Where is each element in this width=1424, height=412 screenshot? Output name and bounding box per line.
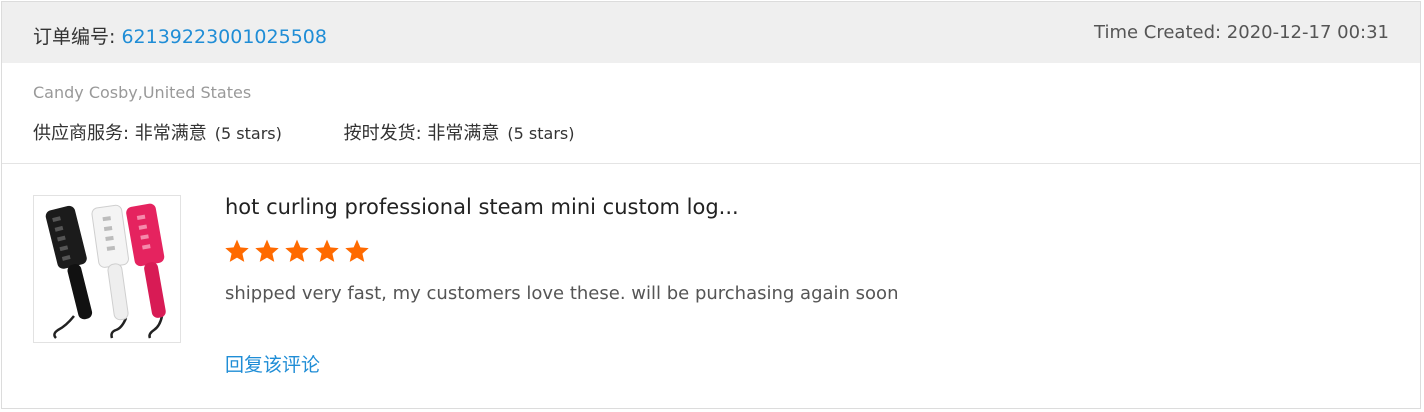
star-icon [225,239,249,262]
review-text: shipped very fast, my customers love the… [225,283,899,304]
hair-straightener-product-image [45,203,166,339]
reply-to-review-link[interactable]: 回复该评论 [225,350,320,377]
section-divider [2,163,1420,164]
order-number-prefix: 订单编号: [33,26,122,48]
time-created: Time Created: 2020-12-17 00:31 [1094,22,1389,43]
buyer-info: Candy Cosby,United States [33,83,252,102]
rating-supplier-service: 供应商服务: 非常满意 (5 stars) [33,119,282,145]
review-card: 订单编号: 62139223001025508 Time Created: 20… [1,1,1421,409]
star-icon [285,239,309,262]
product-thumbnail[interactable] [33,195,181,343]
supplier-ratings: 供应商服务: 非常满意 (5 stars) 按时发货: 非常满意 (5 stars) [33,119,574,145]
rating-label: 按时发货: 非常满意 [343,123,500,144]
rating-stars-text: (5 stars) [214,124,282,143]
product-title[interactable]: hot curling professional steam mini cust… [225,195,739,219]
order-header: 订单编号: 62139223001025508 Time Created: 20… [2,2,1420,63]
order-number-label: 订单编号: 62139223001025508 [33,22,327,49]
rating-label: 供应商服务: 非常满意 [33,123,207,144]
rating-stars-text: (5 stars) [507,124,575,143]
order-number-link[interactable]: 62139223001025508 [121,26,327,48]
review-star-rating [224,238,370,268]
star-icon [255,239,279,262]
star-icon [345,239,369,262]
rating-on-time-delivery: 按时发货: 非常满意 (5 stars) [344,119,575,145]
star-icon [315,239,339,262]
